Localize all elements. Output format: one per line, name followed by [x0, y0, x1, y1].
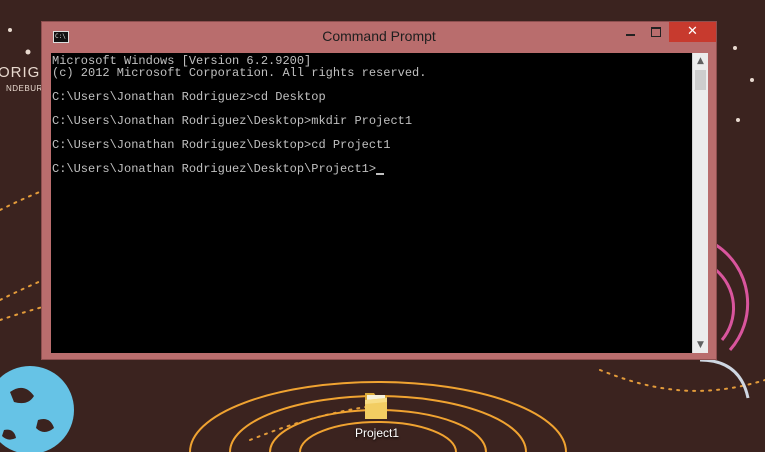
window-titlebar[interactable]: C:\ Command Prompt ✕ [42, 22, 716, 53]
window-title: Command Prompt [322, 28, 436, 44]
minimize-icon [625, 34, 635, 36]
text-cursor [376, 173, 385, 175]
minimize-button[interactable] [617, 22, 643, 42]
close-icon: ✕ [687, 24, 698, 39]
console-line: C:\Users\Jonathan Rodriguez>cd Desktop [52, 90, 326, 104]
close-button[interactable]: ✕ [669, 22, 716, 42]
vertical-scrollbar[interactable]: ▲ ▼ [692, 53, 708, 353]
scroll-up-arrow-icon[interactable]: ▲ [693, 53, 708, 69]
desktop-icon-label: Project1 [354, 426, 400, 440]
folder-icon [365, 393, 387, 419]
maximize-button[interactable] [643, 22, 669, 42]
console-line: C:\Users\Jonathan Rodriguez\Desktop>mkdi… [52, 114, 413, 128]
maximize-icon [651, 27, 661, 37]
console-text: Microsoft Windows [Version 6.2.9200] (c) … [51, 53, 692, 175]
scrollbar-thumb[interactable] [695, 70, 706, 90]
console-line: C:\Users\Jonathan Rodriguez\Desktop\Proj… [52, 163, 692, 175]
console-output[interactable]: Microsoft Windows [Version 6.2.9200] (c) … [51, 53, 692, 353]
command-prompt-window[interactable]: C:\ Command Prompt ✕ Microsoft Windows [… [41, 21, 717, 360]
console-line: (c) 2012 Microsoft Corporation. All righ… [52, 66, 427, 80]
scroll-down-arrow-icon[interactable]: ▼ [693, 337, 708, 353]
console-line: C:\Users\Jonathan Rodriguez\Desktop>cd P… [52, 138, 391, 152]
desktop-icon-project1[interactable]: Project1 [347, 386, 407, 446]
